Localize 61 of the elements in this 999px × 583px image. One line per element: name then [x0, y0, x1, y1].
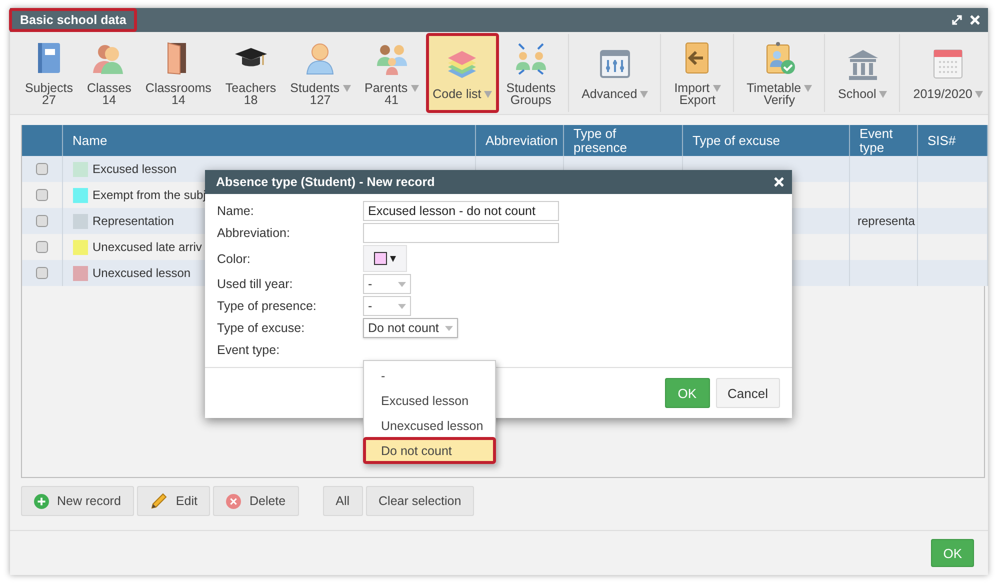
window-title: Basic school data — [10, 9, 136, 31]
field-label: Abbreviation: — [217, 226, 291, 240]
column-header[interactable]: Abbreviation — [475, 125, 563, 156]
cancel-button[interactable]: Cancel — [716, 378, 780, 408]
field-label: Name: — [217, 204, 255, 218]
field-label: Type of excuse: — [217, 321, 306, 335]
action-button[interactable]: Clear selection — [366, 486, 474, 516]
close-icon[interactable] — [970, 15, 980, 25]
dropdown-option[interactable]: Do not count — [364, 438, 495, 463]
action-button[interactable]: New record — [21, 486, 134, 516]
field-label: Event type: — [217, 343, 281, 357]
select-field[interactable]: Do not count — [363, 318, 458, 338]
column-header[interactable]: SIS# — [917, 125, 987, 156]
select-field[interactable]: - — [363, 274, 411, 294]
close-icon[interactable] — [774, 177, 784, 187]
dropdown-option[interactable]: Unexcused lesson — [364, 413, 495, 438]
close-icon — [226, 494, 242, 508]
action-button[interactable]: All — [322, 486, 363, 516]
checkbox[interactable] — [36, 241, 48, 253]
table-cell: Exempt from the subj — [92, 188, 206, 202]
toolbar-button[interactable]: Teachers 18 — [219, 34, 282, 112]
field-label: Color: — [217, 252, 252, 266]
toolbar-button[interactable]: Timetable Verify — [740, 34, 826, 112]
checkbox[interactable] — [36, 215, 48, 227]
toolbar-button[interactable]: Classrooms 14 — [139, 34, 218, 112]
toolbar-button[interactable]: Students Groups — [500, 34, 569, 112]
dropdown-option[interactable]: - — [364, 363, 495, 388]
column-header[interactable]: Type of presence — [563, 125, 682, 156]
action-button[interactable]: Delete — [213, 486, 299, 516]
table-cell: Unexcused lesson — [92, 266, 191, 280]
color-picker[interactable] — [363, 245, 407, 272]
table-cell: representa — [858, 214, 915, 228]
field-label: Used till year: — [217, 277, 294, 291]
checkbox[interactable] — [36, 189, 48, 201]
select-field[interactable]: - — [363, 296, 411, 316]
column-header[interactable]: Event type — [849, 125, 917, 156]
text-field[interactable] — [363, 223, 559, 243]
maximize-icon[interactable] — [952, 15, 962, 25]
dialog-title: Absence type (Student) - New record — [216, 175, 435, 189]
toolbar-button[interactable]: Import Export — [668, 34, 734, 112]
action-button[interactable]: Edit — [136, 486, 210, 516]
text-field[interactable]: Excused lesson - do not count — [363, 201, 559, 221]
toolbar-button[interactable]: Advanced — [576, 34, 662, 112]
pencil-icon — [150, 492, 168, 510]
toolbar-button[interactable]: Subjects 27 — [19, 34, 79, 112]
table-cell: Excused lesson — [92, 162, 177, 176]
toolbar-button[interactable]: Classes 14 — [80, 34, 138, 112]
dropdown-option[interactable]: Excused lesson — [364, 388, 495, 413]
toolbar-button[interactable]: 2019/2020 — [907, 34, 990, 112]
toolbar-button[interactable]: School — [832, 34, 900, 112]
checkbox[interactable] — [36, 267, 48, 279]
field-label: Type of presence: — [217, 299, 318, 313]
column-header[interactable]: Type of excuse — [682, 125, 849, 156]
checkbox[interactable] — [36, 163, 48, 175]
table-cell: Unexcused late arriv — [92, 240, 202, 254]
column-header[interactable]: Name — [62, 125, 475, 156]
table-cell: Representation — [92, 214, 174, 228]
toolbar-button[interactable]: Code list — [426, 34, 498, 112]
toolbar-button[interactable]: Students 127 — [284, 34, 356, 112]
plus-icon — [34, 494, 49, 508]
toolbar-button[interactable]: Parents 41 — [358, 34, 425, 112]
